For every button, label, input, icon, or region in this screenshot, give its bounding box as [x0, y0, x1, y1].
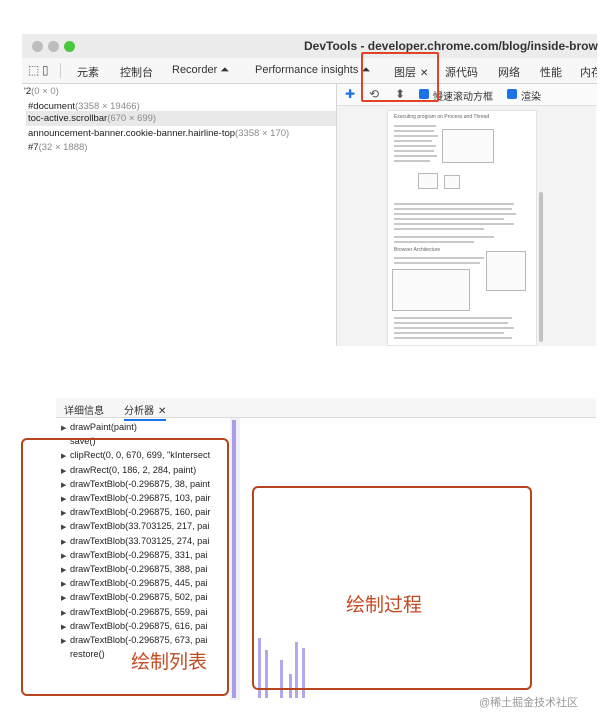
layer-row[interactable]: #7(32 × 1888)	[28, 140, 87, 155]
preview-text-line	[394, 327, 514, 329]
preview-text-line	[394, 322, 508, 324]
paint-command-text: drawPaint(paint)	[70, 422, 137, 432]
layer-size: (670 × 699)	[107, 113, 157, 124]
close-profiler-tab-icon[interactable]: ✕	[158, 406, 166, 417]
zoom-window-button[interactable]	[64, 41, 75, 52]
layer-size: (3358 × 170)	[235, 128, 290, 139]
preview-text-line	[394, 223, 514, 225]
layer-name: announcement-banner.cookie-banner.hairli…	[28, 128, 236, 139]
paint-process-label: 绘制过程	[346, 594, 423, 616]
toolbar-divider	[60, 63, 61, 78]
layers-view: ✚ ⟲ ⬍ 慢速滚动方框 渲染 Executing program on Pro…	[336, 84, 597, 346]
tab-performance-insights[interactable]: Performance insights ⏶	[255, 64, 370, 77]
layer-size: (32 × 1888)	[38, 142, 88, 153]
tab-performance[interactable]: 性能	[540, 64, 562, 80]
preview-text-line	[394, 257, 484, 259]
tab-console[interactable]: 控制台	[120, 64, 153, 80]
layer-name: #7	[28, 142, 39, 153]
preview-text-line	[394, 236, 494, 238]
tab-network[interactable]: 网络	[498, 64, 520, 80]
preview-text-line	[394, 203, 514, 205]
preview-text-line	[394, 213, 516, 215]
preview-text-line	[394, 140, 432, 142]
layers-tab-highlight-box	[361, 52, 439, 102]
preview-text-line	[394, 337, 512, 339]
layer-row[interactable]: '2(0 × 0)	[24, 84, 59, 99]
watermark: @稀土掘金技术社区	[479, 697, 579, 709]
paint-command-item[interactable]: ▶ drawPaint(paint)	[61, 420, 137, 434]
preview-heading: Executing program on Process and Thread	[394, 114, 490, 120]
paint-checkbox[interactable]	[507, 89, 517, 99]
minimize-window-button[interactable]	[48, 41, 59, 52]
paint-timeline-scrubber[interactable]	[230, 418, 240, 700]
preview-text-line	[394, 130, 434, 132]
preview-text-line	[394, 155, 437, 157]
preview-text-line	[394, 125, 436, 127]
slow-scroll-label: 慢速滚动方框	[433, 92, 493, 103]
bottom-tab-bar: 详细信息 分析器 ✕	[56, 398, 596, 421]
tab-sources[interactable]: 源代码	[445, 64, 478, 80]
tab-memory[interactable]: 内存	[580, 64, 597, 80]
preview-text-line	[394, 241, 474, 243]
layers-tree: '2(0 × 0) #document(3358 × 19466) toc-ac…	[22, 84, 336, 346]
tab-recorder[interactable]: Recorder ⏶	[172, 64, 229, 77]
preview-scrollbar[interactable]	[539, 192, 543, 342]
tab-profiler-label: 分析器	[124, 406, 154, 417]
layer-name: toc-active.scrollbar	[28, 113, 108, 124]
layer-row[interactable]: announcement-banner.cookie-banner.hairli…	[28, 126, 289, 141]
tab-elements[interactable]: 元素	[77, 64, 99, 80]
timeline-track	[232, 420, 236, 698]
preview-figure	[392, 269, 470, 311]
layer-size: (0 × 0)	[31, 86, 59, 97]
layer-page-preview[interactable]: Executing program on Process and Thread …	[387, 110, 537, 346]
preview-text-line	[394, 145, 436, 147]
device-toolbar-icon[interactable]: ▯	[42, 63, 49, 77]
preview-figure	[444, 175, 460, 189]
paint-label: 渲染	[521, 92, 541, 103]
tab-profiler[interactable]: 分析器 ✕	[124, 402, 167, 421]
preview-figure	[418, 173, 438, 189]
window-titlebar: DevTools - developer.chrome.com/blog/ins…	[22, 34, 598, 58]
paint-list-label: 绘制列表	[131, 651, 208, 673]
expand-arrow-icon[interactable]: ▶	[61, 422, 70, 436]
preview-figure	[442, 129, 494, 163]
preview-text-line	[394, 150, 434, 152]
preview-text-line	[394, 262, 480, 264]
devtools-tab-bar: ⬚ ▯ 元素 控制台 Recorder ⏶ Performance insigh…	[22, 58, 597, 84]
preview-text-line	[394, 218, 504, 220]
pan-mode-icon[interactable]: ✚	[345, 87, 355, 101]
preview-figure	[486, 251, 526, 291]
inspect-icon[interactable]: ⬚	[28, 63, 39, 77]
close-window-button[interactable]	[32, 41, 43, 52]
layer-row-selected[interactable]: toc-active.scrollbar(670 × 699)	[26, 111, 336, 126]
preview-text-line	[394, 135, 438, 137]
preview-text-line	[394, 228, 484, 230]
preview-text-line	[394, 160, 430, 162]
window-title: DevTools - developer.chrome.com/blog/ins…	[304, 39, 598, 53]
tab-details[interactable]: 详细信息	[64, 402, 104, 417]
preview-heading-architecture: Browser Architecture	[394, 247, 441, 253]
paint-process-annotation-box	[252, 486, 532, 690]
preview-text-line	[394, 332, 504, 334]
preview-text-line	[394, 317, 512, 319]
preview-text-line	[394, 208, 512, 210]
